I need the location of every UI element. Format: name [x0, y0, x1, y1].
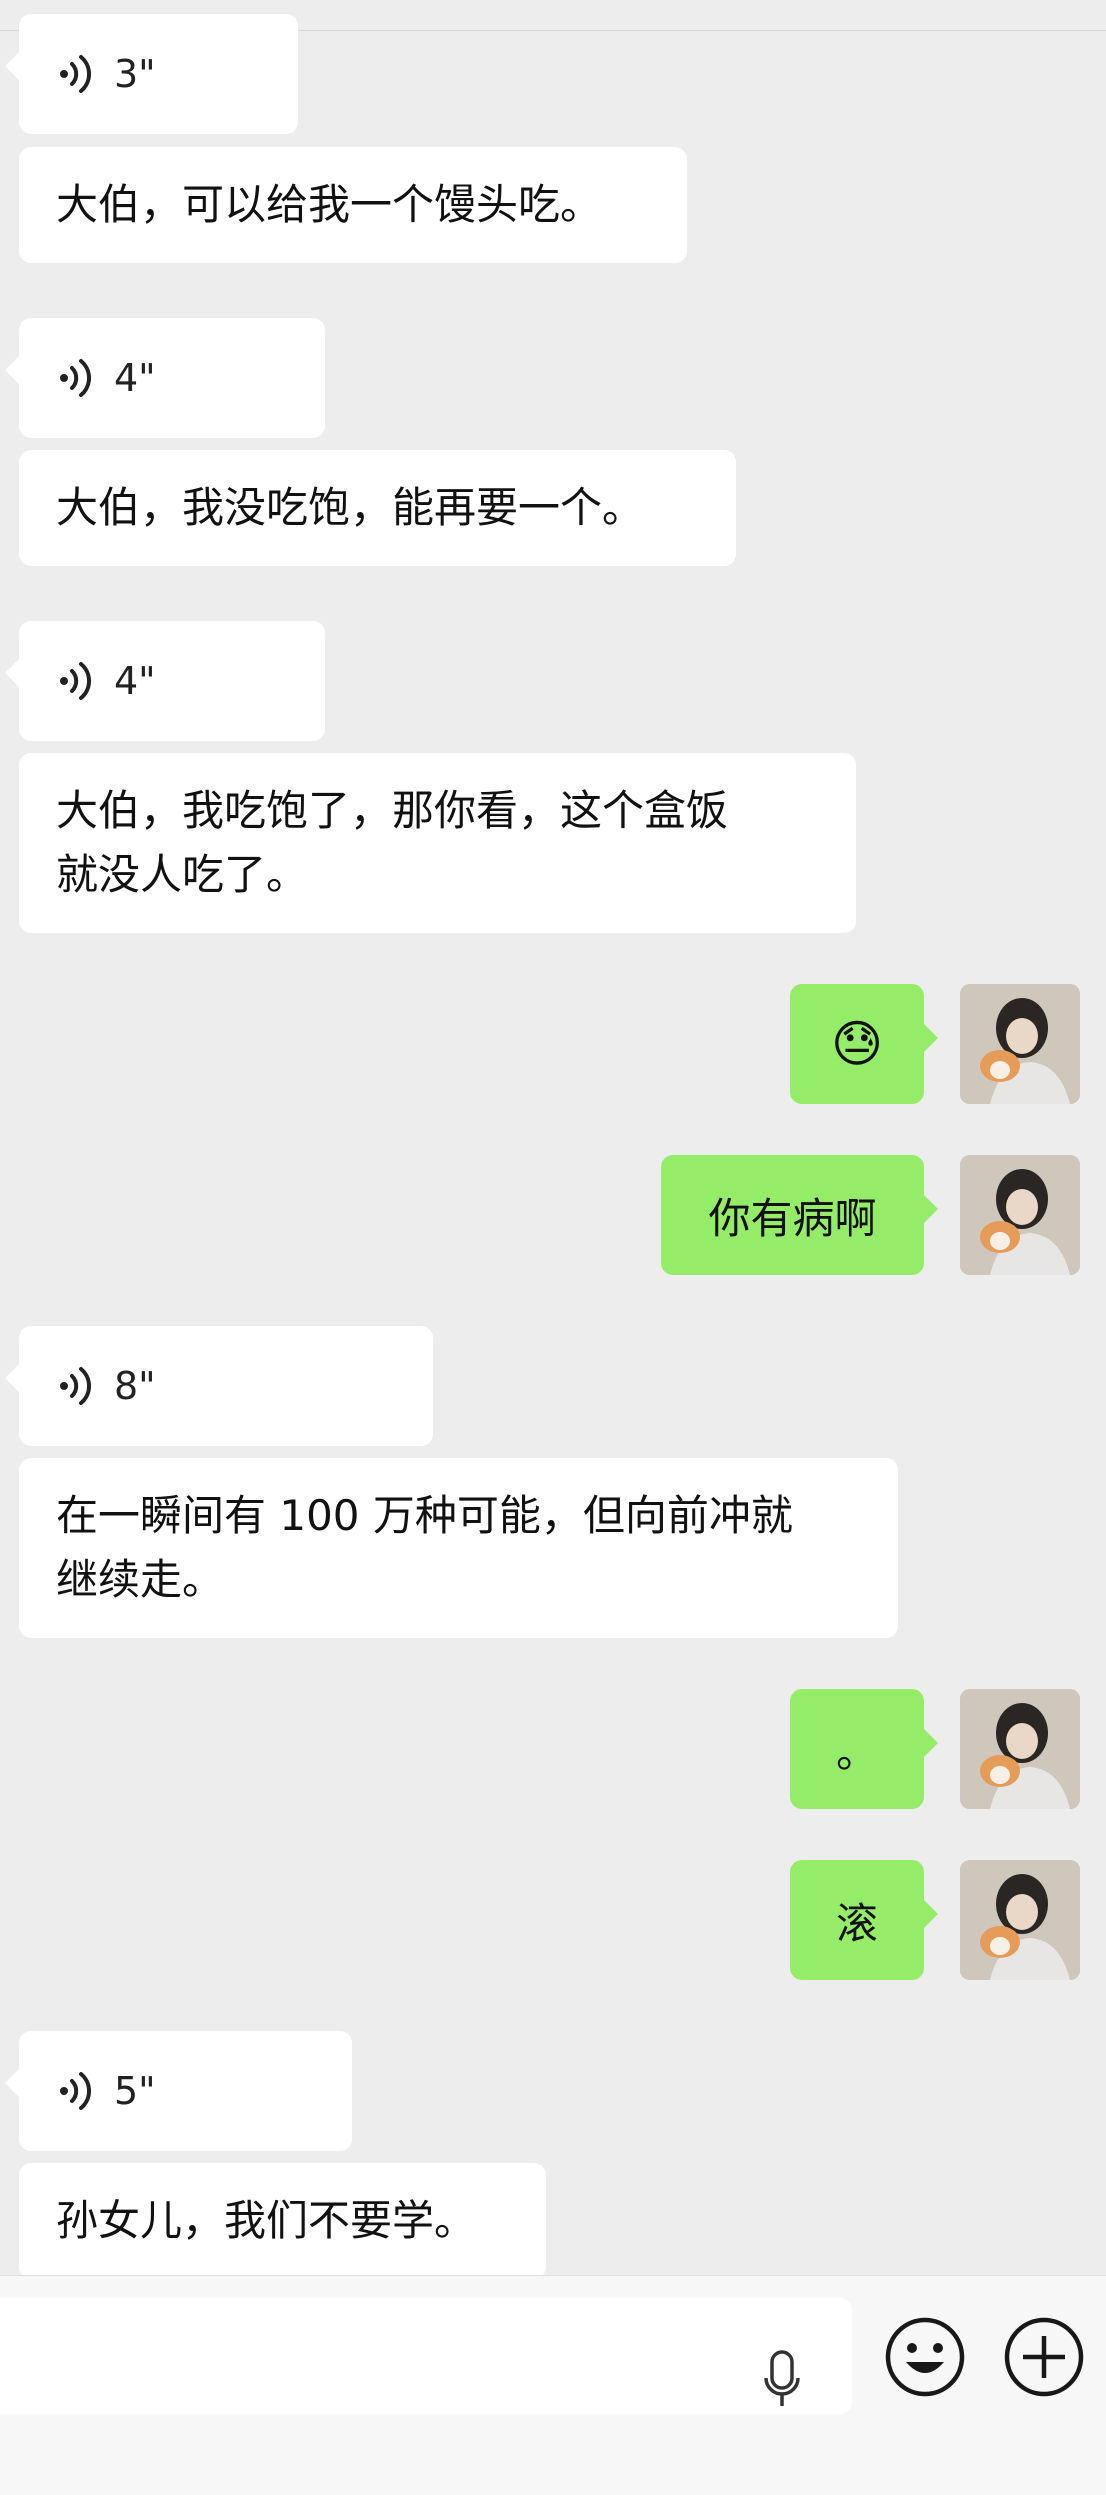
- message-text: 。: [835, 1727, 878, 1777]
- microphone-icon[interactable]: [762, 2350, 802, 2410]
- voice-duration: 5": [114, 2069, 156, 2113]
- voice-wave-icon: [60, 55, 92, 93]
- message-text: 滚: [835, 1898, 878, 1948]
- text-message[interactable]: 大伯，可以给我一个馒头吃。: [19, 147, 687, 263]
- input-bar: [0, 2275, 1106, 2495]
- text-message-sent[interactable]: 😓: [790, 984, 938, 1104]
- voice-message[interactable]: 4": [5, 318, 325, 438]
- voice-wave-icon: [60, 359, 92, 397]
- voice-wave-icon: [60, 1367, 92, 1405]
- message-input[interactable]: [0, 2298, 852, 2414]
- voice-wave-icon: [60, 662, 92, 700]
- message-text-line: 在一瞬间有 100 万种可能，但向前冲就: [56, 1491, 793, 1540]
- smiley-face-icon[interactable]: [884, 2316, 966, 2398]
- voice-duration: 8": [114, 1364, 156, 1408]
- emoji-sweat-icon: 😓: [830, 1015, 884, 1073]
- avatar[interactable]: [960, 1689, 1080, 1809]
- text-message[interactable]: 孙女儿，我们不要学。: [19, 2163, 546, 2275]
- message-text: 你有病啊: [708, 1193, 877, 1243]
- text-message[interactable]: 在一瞬间有 100 万种可能，但向前冲就 继续走。: [19, 1458, 898, 1638]
- text-message[interactable]: 大伯，我没吃饱，能再要一个。: [19, 450, 736, 566]
- avatar[interactable]: [960, 1860, 1080, 1980]
- avatar-photo: [960, 1689, 1080, 1809]
- voice-wave-icon: [60, 2072, 92, 2110]
- avatar-photo: [960, 984, 1080, 1104]
- text-message-sent[interactable]: 滚: [790, 1860, 938, 1980]
- message-text: 大伯，我没吃饱，能再要一个。: [56, 483, 645, 532]
- message-text-line: 大伯，我吃饱了，那你看，这个盒饭: [56, 786, 729, 835]
- avatar[interactable]: [960, 984, 1080, 1104]
- message-text: 大伯，可以给我一个馒头吃。: [56, 180, 603, 229]
- voice-duration: 4": [114, 356, 156, 400]
- text-message-sent[interactable]: 你有病啊: [661, 1155, 938, 1275]
- voice-message[interactable]: 4": [5, 621, 325, 741]
- voice-duration: 3": [114, 52, 156, 96]
- message-text: 孙女儿，我们不要学。: [56, 2196, 477, 2245]
- voice-duration: 4": [114, 659, 156, 703]
- voice-message[interactable]: 5": [5, 2031, 352, 2151]
- voice-message[interactable]: 8": [5, 1326, 433, 1446]
- plus-circle-icon[interactable]: [1003, 2316, 1085, 2398]
- message-text-line: 就没人吃了。: [56, 850, 309, 899]
- voice-message[interactable]: 3": [5, 14, 298, 134]
- text-message-sent[interactable]: 。: [790, 1689, 938, 1809]
- avatar-photo: [960, 1155, 1080, 1275]
- chat-area[interactable]: 3" 大伯，可以给我一个馒头吃。 4" 大伯，我没吃饱，能再要一个。 4" 大伯…: [0, 0, 1106, 2275]
- avatar-photo: [960, 1860, 1080, 1980]
- avatar[interactable]: [960, 1155, 1080, 1275]
- message-text-line: 继续走。: [56, 1555, 225, 1604]
- text-message[interactable]: 大伯，我吃饱了，那你看，这个盒饭 就没人吃了。: [19, 753, 856, 933]
